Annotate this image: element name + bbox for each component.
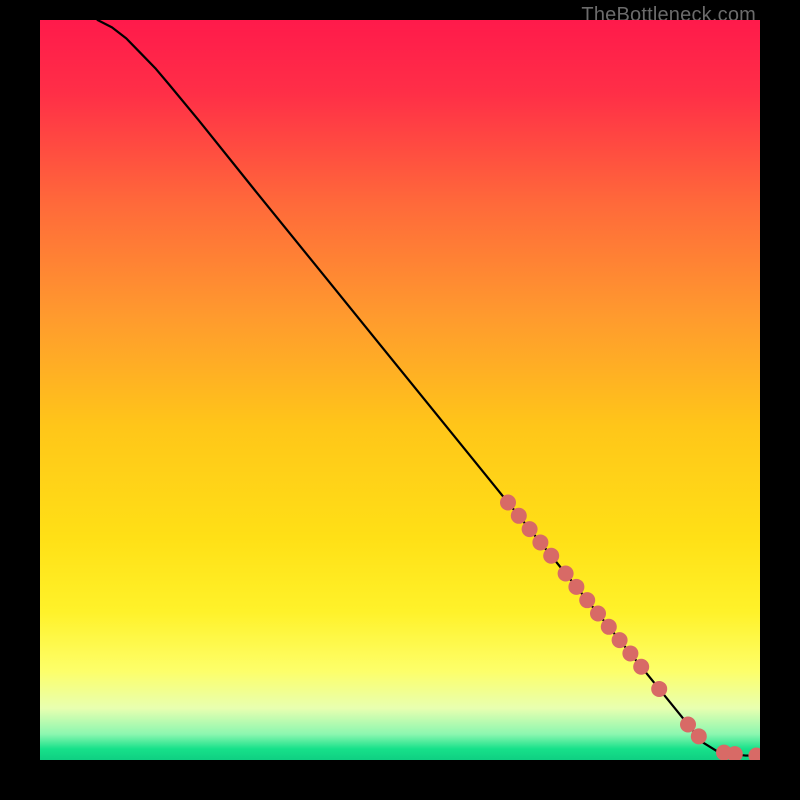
marker-point: [651, 681, 667, 697]
marker-point: [601, 619, 617, 635]
marker-point: [500, 494, 516, 510]
marker-point: [680, 716, 696, 732]
marker-point: [691, 728, 707, 744]
marker-point: [543, 548, 559, 564]
marker-point: [590, 605, 606, 621]
marker-point: [511, 508, 527, 524]
marker-point: [622, 645, 638, 661]
marker-point: [612, 632, 628, 648]
marker-point: [558, 566, 574, 582]
marker-point: [633, 659, 649, 675]
marker-point: [532, 534, 548, 550]
plot-background: [40, 20, 760, 760]
marker-point: [579, 592, 595, 608]
marker-point: [568, 579, 584, 595]
chart-plot: [40, 20, 760, 760]
chart-frame: TheBottleneck.com: [0, 0, 800, 800]
marker-point: [522, 521, 538, 537]
